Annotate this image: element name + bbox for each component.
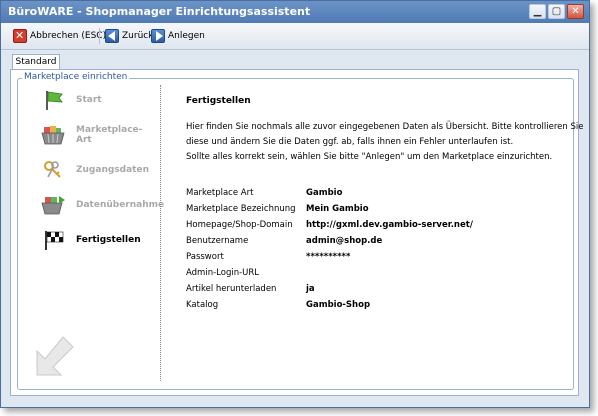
summary-row: Passwort ********** xyxy=(186,252,566,266)
summary-row: Artikel herunterladen ja xyxy=(186,284,566,298)
steps-divider xyxy=(160,85,161,381)
create-label: Anlegen xyxy=(168,31,205,41)
content-description: Hier finden Sie nochmals alle zuvor eing… xyxy=(186,120,584,165)
summary-row: Katalog Gambio-Shop xyxy=(186,300,566,314)
summary-label: Homepage/Shop-Domain xyxy=(186,220,293,230)
arrow-right-icon xyxy=(151,29,165,43)
summary-value: ja xyxy=(306,284,315,294)
summary-value: admin@shop.de xyxy=(306,236,383,246)
arrow-left-icon xyxy=(105,29,119,43)
basket-transfer-icon xyxy=(40,194,66,216)
step-label: Start xyxy=(76,95,102,105)
summary-row: Marketplace Art Gambio xyxy=(186,188,566,202)
summary-value: Mein Gambio xyxy=(306,204,369,214)
summary-label: Benutzername xyxy=(186,236,249,246)
step-start[interactable]: Start xyxy=(40,89,102,111)
summary-value: Gambio-Shop xyxy=(306,300,371,310)
create-button[interactable]: Anlegen xyxy=(151,27,205,45)
content-heading: Fertigstellen xyxy=(186,96,251,106)
step-fertigstellen[interactable]: Fertigstellen xyxy=(40,229,141,251)
close-button[interactable]: ✕ xyxy=(567,4,584,19)
cancel-button[interactable]: Abbrechen (ESC) xyxy=(13,27,106,45)
keys-icon xyxy=(40,159,66,181)
step-label: Marketplace-Art xyxy=(76,125,143,145)
back-label: Zurück xyxy=(122,31,154,41)
summary-label: Passwort xyxy=(186,252,224,262)
description-line: Sollte alles korrekt sein, wählen Sie bi… xyxy=(186,152,553,162)
description-line: Hier finden Sie nochmals alle zuvor eing… xyxy=(186,122,584,132)
step-label: Fertigstellen xyxy=(76,235,141,245)
title-bar: BüroWARE - Shopmanager Einrichtungsassis… xyxy=(1,1,589,23)
summary-label: Artikel herunterladen xyxy=(186,284,277,294)
cancel-icon xyxy=(13,29,27,43)
summary-row: Homepage/Shop-Domain http://gxml.dev.gam… xyxy=(186,220,566,234)
tab-strip: Standard xyxy=(1,50,589,70)
tab-standard[interactable]: Standard xyxy=(12,54,60,70)
toolbar: Abbrechen (ESC) Zurück Anlegen xyxy=(1,23,589,50)
wizard-arrow-icon xyxy=(31,329,83,381)
shopping-basket-icon xyxy=(40,124,66,146)
summary-label: Marketplace Bezeichnung xyxy=(186,204,296,214)
window-title: BüroWARE - Shopmanager Einrichtungsassis… xyxy=(8,5,311,18)
step-content: Fertigstellen Hier finden Sie nochmals a… xyxy=(186,79,584,389)
summary-row: Benutzername admin@shop.de xyxy=(186,236,566,250)
summary-label: Marketplace Art xyxy=(186,188,254,198)
step-label: Datenübernahme xyxy=(76,200,165,210)
wizard-steps: Start Marketplace-Art Zugangsdaten Daten… xyxy=(18,79,164,389)
summary-row: Marketplace Bezeichnung Mein Gambio xyxy=(186,204,566,218)
app-window: BüroWARE - Shopmanager Einrichtungsassis… xyxy=(0,0,590,408)
summary-value: ********** xyxy=(306,252,351,262)
summary-value: Gambio xyxy=(306,188,343,198)
flag-icon xyxy=(40,89,66,111)
window-controls: ▁ ▢ ✕ xyxy=(529,4,584,19)
back-button[interactable]: Zurück xyxy=(105,27,153,45)
step-label: Zugangsdaten xyxy=(76,165,149,175)
summary-value: http://gxml.dev.gambio-server.net/ xyxy=(306,220,473,230)
maximize-button[interactable]: ▢ xyxy=(548,4,565,19)
marketplace-group: Marketplace einrichten Start Marketplace… xyxy=(17,72,584,390)
summary-label: Admin-Login-URL xyxy=(186,268,260,278)
description-line: diese und ändern Sie die Daten ggf. ab, … xyxy=(186,137,514,147)
cancel-label: Abbrechen (ESC) xyxy=(30,31,107,41)
tab-panel: Marketplace einrichten Start Marketplace… xyxy=(10,69,584,396)
summary-label: Katalog xyxy=(186,300,219,310)
step-marketplace-art[interactable]: Marketplace-Art xyxy=(40,124,158,146)
minimize-button[interactable]: ▁ xyxy=(529,4,546,19)
summary-row: Admin-Login-URL xyxy=(186,268,566,282)
step-datenuebernahme[interactable]: Datenübernahme xyxy=(40,194,164,216)
step-zugangsdaten[interactable]: Zugangsdaten xyxy=(40,159,149,181)
checkered-flag-icon xyxy=(40,229,66,251)
toolbar-separator xyxy=(99,28,100,44)
